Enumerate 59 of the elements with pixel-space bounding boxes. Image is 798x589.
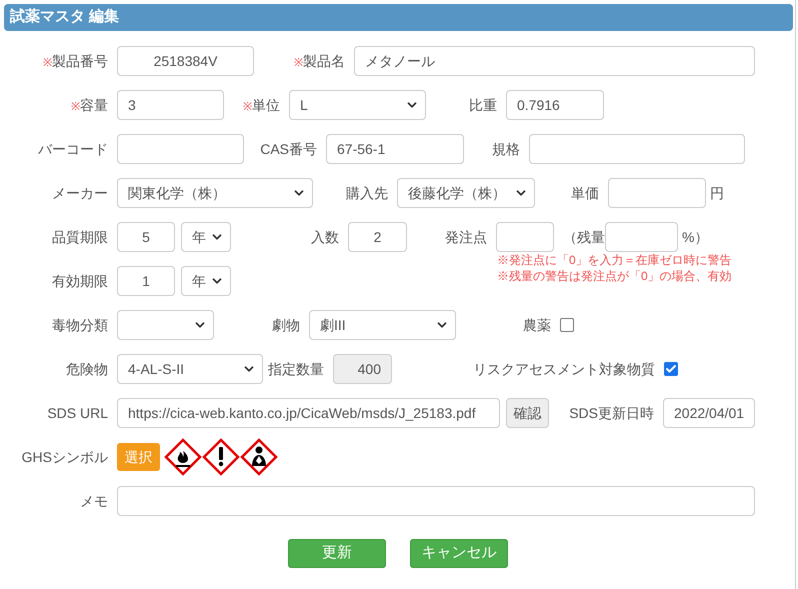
field-label: 購入先	[345, 184, 389, 202]
field-label: 規格	[491, 140, 521, 158]
input-field[interactable]: 400	[333, 354, 392, 384]
select-field[interactable]: 関東化学（株）	[117, 178, 313, 208]
select-field[interactable]: 後藤化学（株）	[397, 178, 535, 208]
field-label: SDS URL	[46, 404, 109, 422]
input-field[interactable]	[529, 134, 745, 164]
input-field[interactable]: メタノール	[354, 46, 755, 76]
field-label: ※製品番号	[42, 52, 109, 70]
field-label: CAS番号	[259, 140, 318, 158]
input-field[interactable]	[608, 178, 706, 208]
field-label: 農薬	[522, 316, 552, 334]
field-label: 指定数量	[267, 360, 325, 378]
field-label: メーカー	[51, 184, 109, 202]
field-label: ※容量	[70, 96, 109, 114]
input-field[interactable]: 2	[348, 222, 407, 252]
field-label: 品質期限	[51, 228, 109, 246]
warning-note: ※発注点に「0」を入力＝在庫ゼロ時に警告	[497, 252, 732, 268]
field-label: 入数	[310, 228, 340, 246]
field-label: GHSシンボル	[20, 448, 109, 466]
field-label: 劇物	[271, 316, 301, 334]
field-label: 有効期限	[51, 272, 109, 290]
input-field[interactable]: 0.7916	[506, 90, 604, 120]
input-field[interactable]	[117, 134, 244, 164]
select-field[interactable]: 年	[181, 222, 231, 252]
checkbox[interactable]	[560, 318, 574, 332]
field-label: 危険物	[65, 360, 109, 378]
unit-text: %）	[682, 228, 708, 246]
field-label: 毒物分類	[51, 316, 109, 334]
select-field[interactable]: 年	[181, 266, 231, 296]
field-label: 比重	[468, 96, 498, 114]
input-field[interactable]: 2022/04/01	[663, 398, 755, 428]
input-field[interactable]	[117, 486, 755, 516]
input-field[interactable]	[605, 222, 678, 252]
field-label: メモ	[79, 492, 109, 510]
select-field[interactable]: L	[289, 90, 426, 120]
field-label: バーコード	[37, 140, 109, 158]
field-label: （残量	[562, 228, 605, 246]
input-field[interactable]: 3	[117, 90, 224, 120]
input-field[interactable]: 2518384V	[117, 46, 254, 76]
warning-note: ※残量の警告は発注点が「0」の場合、有効	[497, 268, 732, 284]
confirm-button[interactable]: 確認	[506, 398, 549, 428]
field-label: ※製品名	[293, 52, 346, 70]
field-label: 発注点	[444, 228, 488, 246]
checkbox[interactable]	[664, 362, 678, 376]
field-label: リスクアセスメント対象物質	[472, 360, 656, 378]
input-field[interactable]: 1	[117, 266, 175, 296]
unit-text: 円	[710, 184, 724, 202]
input-field[interactable]	[496, 222, 554, 252]
select-field[interactable]: 劇III	[309, 310, 456, 340]
input-field[interactable]: 67-56-1	[326, 134, 464, 164]
window-title: 試薬マスタ 編集	[10, 7, 120, 28]
field-label: SDS更新日時	[568, 404, 655, 422]
select-field[interactable]: 4-AL-S-II	[117, 354, 263, 384]
field-label: 単価	[570, 184, 600, 202]
field-label: ※単位	[242, 96, 281, 114]
select-field[interactable]	[117, 310, 214, 340]
input-field[interactable]: https://cica-web.kanto.co.jp/CicaWeb/msds/J_25183.pdf	[117, 398, 500, 428]
input-field[interactable]: 5	[117, 222, 175, 252]
